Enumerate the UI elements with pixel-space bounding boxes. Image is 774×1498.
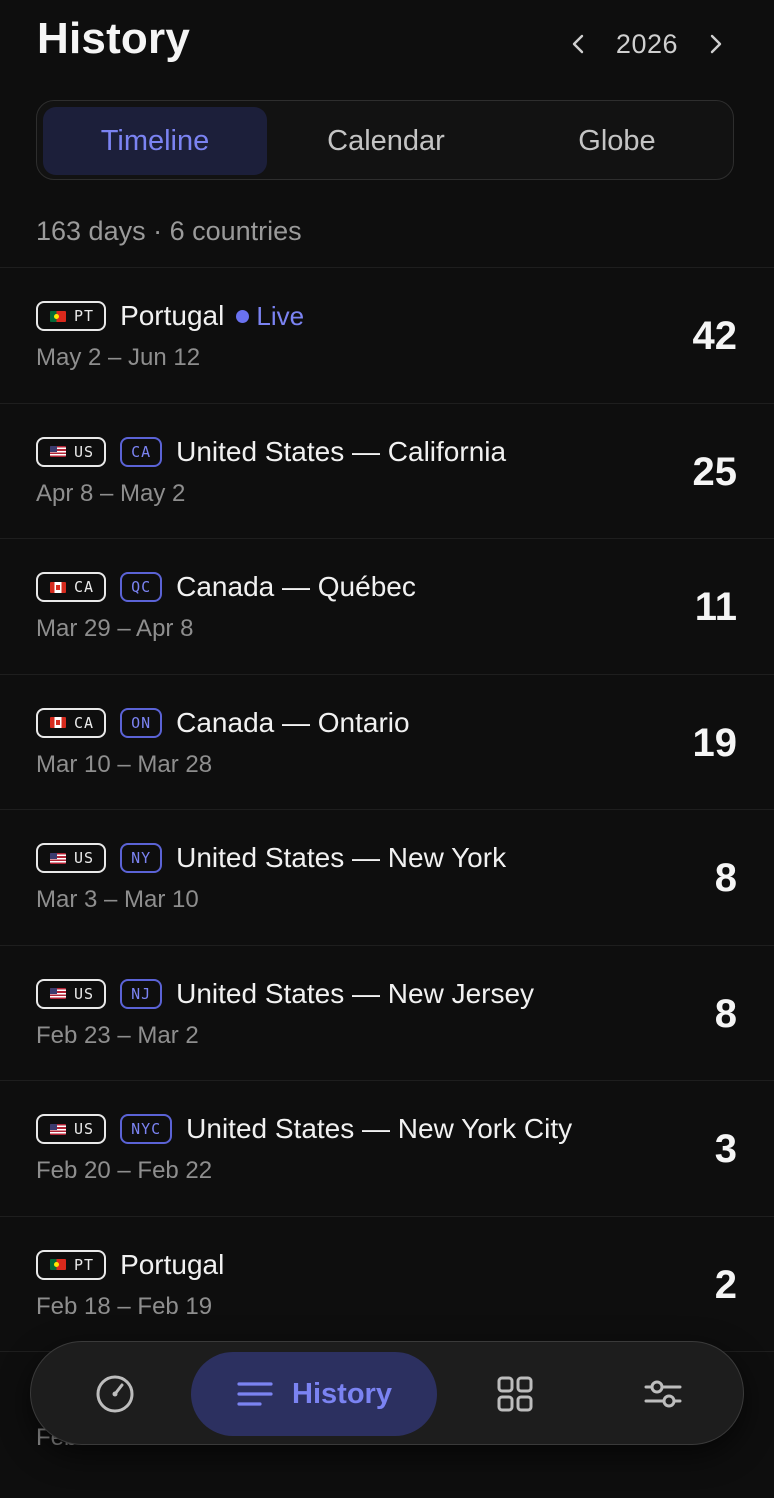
- date-range: Feb 23 – Mar 2: [36, 1021, 199, 1049]
- gauge-icon: [96, 1375, 134, 1413]
- country-code: US: [74, 442, 95, 461]
- chevron-right-icon: [710, 34, 722, 54]
- bottom-nav: History: [30, 1341, 744, 1445]
- place-name: United States — New York: [176, 842, 507, 873]
- date-range: Mar 10 – Mar 28: [36, 750, 213, 778]
- nav-history-label: History: [292, 1377, 392, 1410]
- tab-timeline[interactable]: Timeline: [43, 107, 267, 175]
- list-item[interactable]: US NY United States — New York Mar 3 – M…: [0, 809, 774, 945]
- us-flag-icon: [50, 988, 66, 999]
- live-indicator: Live: [236, 301, 304, 332]
- country-badge: CA: [36, 572, 107, 602]
- list-item[interactable]: US NJ United States — New Jersey Feb 23 …: [0, 944, 774, 1081]
- next-year-button[interactable]: [698, 26, 734, 62]
- nav-settings[interactable]: [609, 1352, 717, 1436]
- place-name: Canada — Québec: [176, 571, 416, 602]
- days-count: 19: [692, 720, 738, 765]
- days-count: 2: [714, 1262, 737, 1307]
- region-badge: NJ: [120, 978, 163, 1009]
- portugal-flag-icon: [50, 1259, 66, 1270]
- country-badge: US: [36, 1114, 107, 1144]
- country-code: PT: [74, 1255, 95, 1274]
- history-list: PT Portugal Live May 2 – Jun 12 42 US CA…: [0, 267, 774, 1487]
- country-badge: CA: [36, 707, 107, 738]
- country-code: PT: [74, 307, 95, 325]
- days-count: 42: [692, 314, 738, 358]
- list-item[interactable]: CA QC Canada — Québec Mar 29 – Apr 8 11: [0, 538, 774, 674]
- nav-history[interactable]: History: [191, 1352, 437, 1436]
- us-flag-icon: [50, 852, 66, 864]
- live-label: Live: [256, 300, 305, 331]
- page-title: History: [37, 14, 190, 63]
- region-badge: QC: [120, 572, 163, 602]
- days-count: 3: [714, 1127, 737, 1171]
- portugal-flag-icon: [50, 310, 66, 322]
- date-range: May 2 – Jun 12: [36, 344, 201, 371]
- canada-flag-icon: [50, 717, 66, 728]
- country-badge: US: [36, 436, 107, 467]
- place-name: Canada — Ontario: [176, 706, 410, 738]
- list-item[interactable]: PT Portugal Live May 2 – Jun 12 42: [0, 267, 774, 403]
- list-item[interactable]: US NYC United States — New York City Feb…: [0, 1080, 774, 1216]
- list-item[interactable]: CA ON Canada — Ontario Mar 10 – Mar 28 1…: [0, 673, 774, 810]
- region-badge: NY: [120, 843, 163, 873]
- region-badge: NYC: [120, 1114, 173, 1144]
- place-name: United States — California: [176, 435, 507, 467]
- country-code: CA: [74, 713, 95, 732]
- date-range: Mar 29 – Apr 8: [36, 615, 194, 642]
- days-count: 8: [714, 856, 737, 900]
- tab-globe[interactable]: Globe: [505, 107, 729, 175]
- country-badge: US: [36, 843, 107, 873]
- list-item[interactable]: PT Portugal Feb 18 – Feb 19 2: [0, 1215, 774, 1352]
- summary-text: 163 days · 6 countries: [36, 216, 302, 246]
- year-nav: 2026: [560, 24, 734, 64]
- region-badge: ON: [120, 707, 163, 738]
- country-code: US: [74, 1120, 95, 1138]
- days-count: 8: [714, 991, 737, 1036]
- place-name: United States — New Jersey: [176, 977, 535, 1009]
- grid-icon: [497, 1376, 533, 1412]
- view-switcher: Timeline Calendar Globe: [36, 100, 734, 180]
- date-range: Feb 18 – Feb 19: [36, 1292, 213, 1320]
- place-name: United States — New York City: [186, 1113, 573, 1144]
- country-badge: US: [36, 978, 107, 1009]
- list-item[interactable]: US CA United States — California Apr 8 –…: [0, 402, 774, 539]
- country-code: US: [74, 849, 95, 867]
- country-code: CA: [74, 578, 95, 596]
- days-count: 25: [692, 449, 738, 494]
- chevron-left-icon: [572, 34, 584, 54]
- nav-grid[interactable]: [461, 1352, 569, 1436]
- date-range: Feb 20 – Feb 22: [36, 1157, 213, 1184]
- prev-year-button[interactable]: [560, 26, 596, 62]
- date-range: Mar 3 – Mar 10: [36, 886, 199, 913]
- live-dot-icon: [236, 309, 250, 323]
- canada-flag-icon: [50, 581, 66, 593]
- date-range: Apr 8 – May 2: [36, 479, 186, 507]
- header: History 2026: [0, 0, 774, 90]
- place-name: Portugal: [120, 1248, 225, 1280]
- country-badge: PT: [36, 1249, 107, 1280]
- region-badge: CA: [120, 436, 163, 467]
- tab-calendar[interactable]: Calendar: [274, 107, 498, 175]
- nav-dashboard[interactable]: [61, 1352, 169, 1436]
- country-badge: PT: [36, 301, 107, 331]
- us-flag-icon: [50, 446, 66, 457]
- country-code: US: [74, 984, 95, 1003]
- sliders-icon: [644, 1380, 682, 1408]
- us-flag-icon: [50, 1123, 66, 1135]
- list-icon: [237, 1382, 273, 1406]
- place-name: Portugal: [120, 300, 225, 331]
- year-label: 2026: [615, 28, 678, 59]
- days-count: 11: [694, 585, 737, 629]
